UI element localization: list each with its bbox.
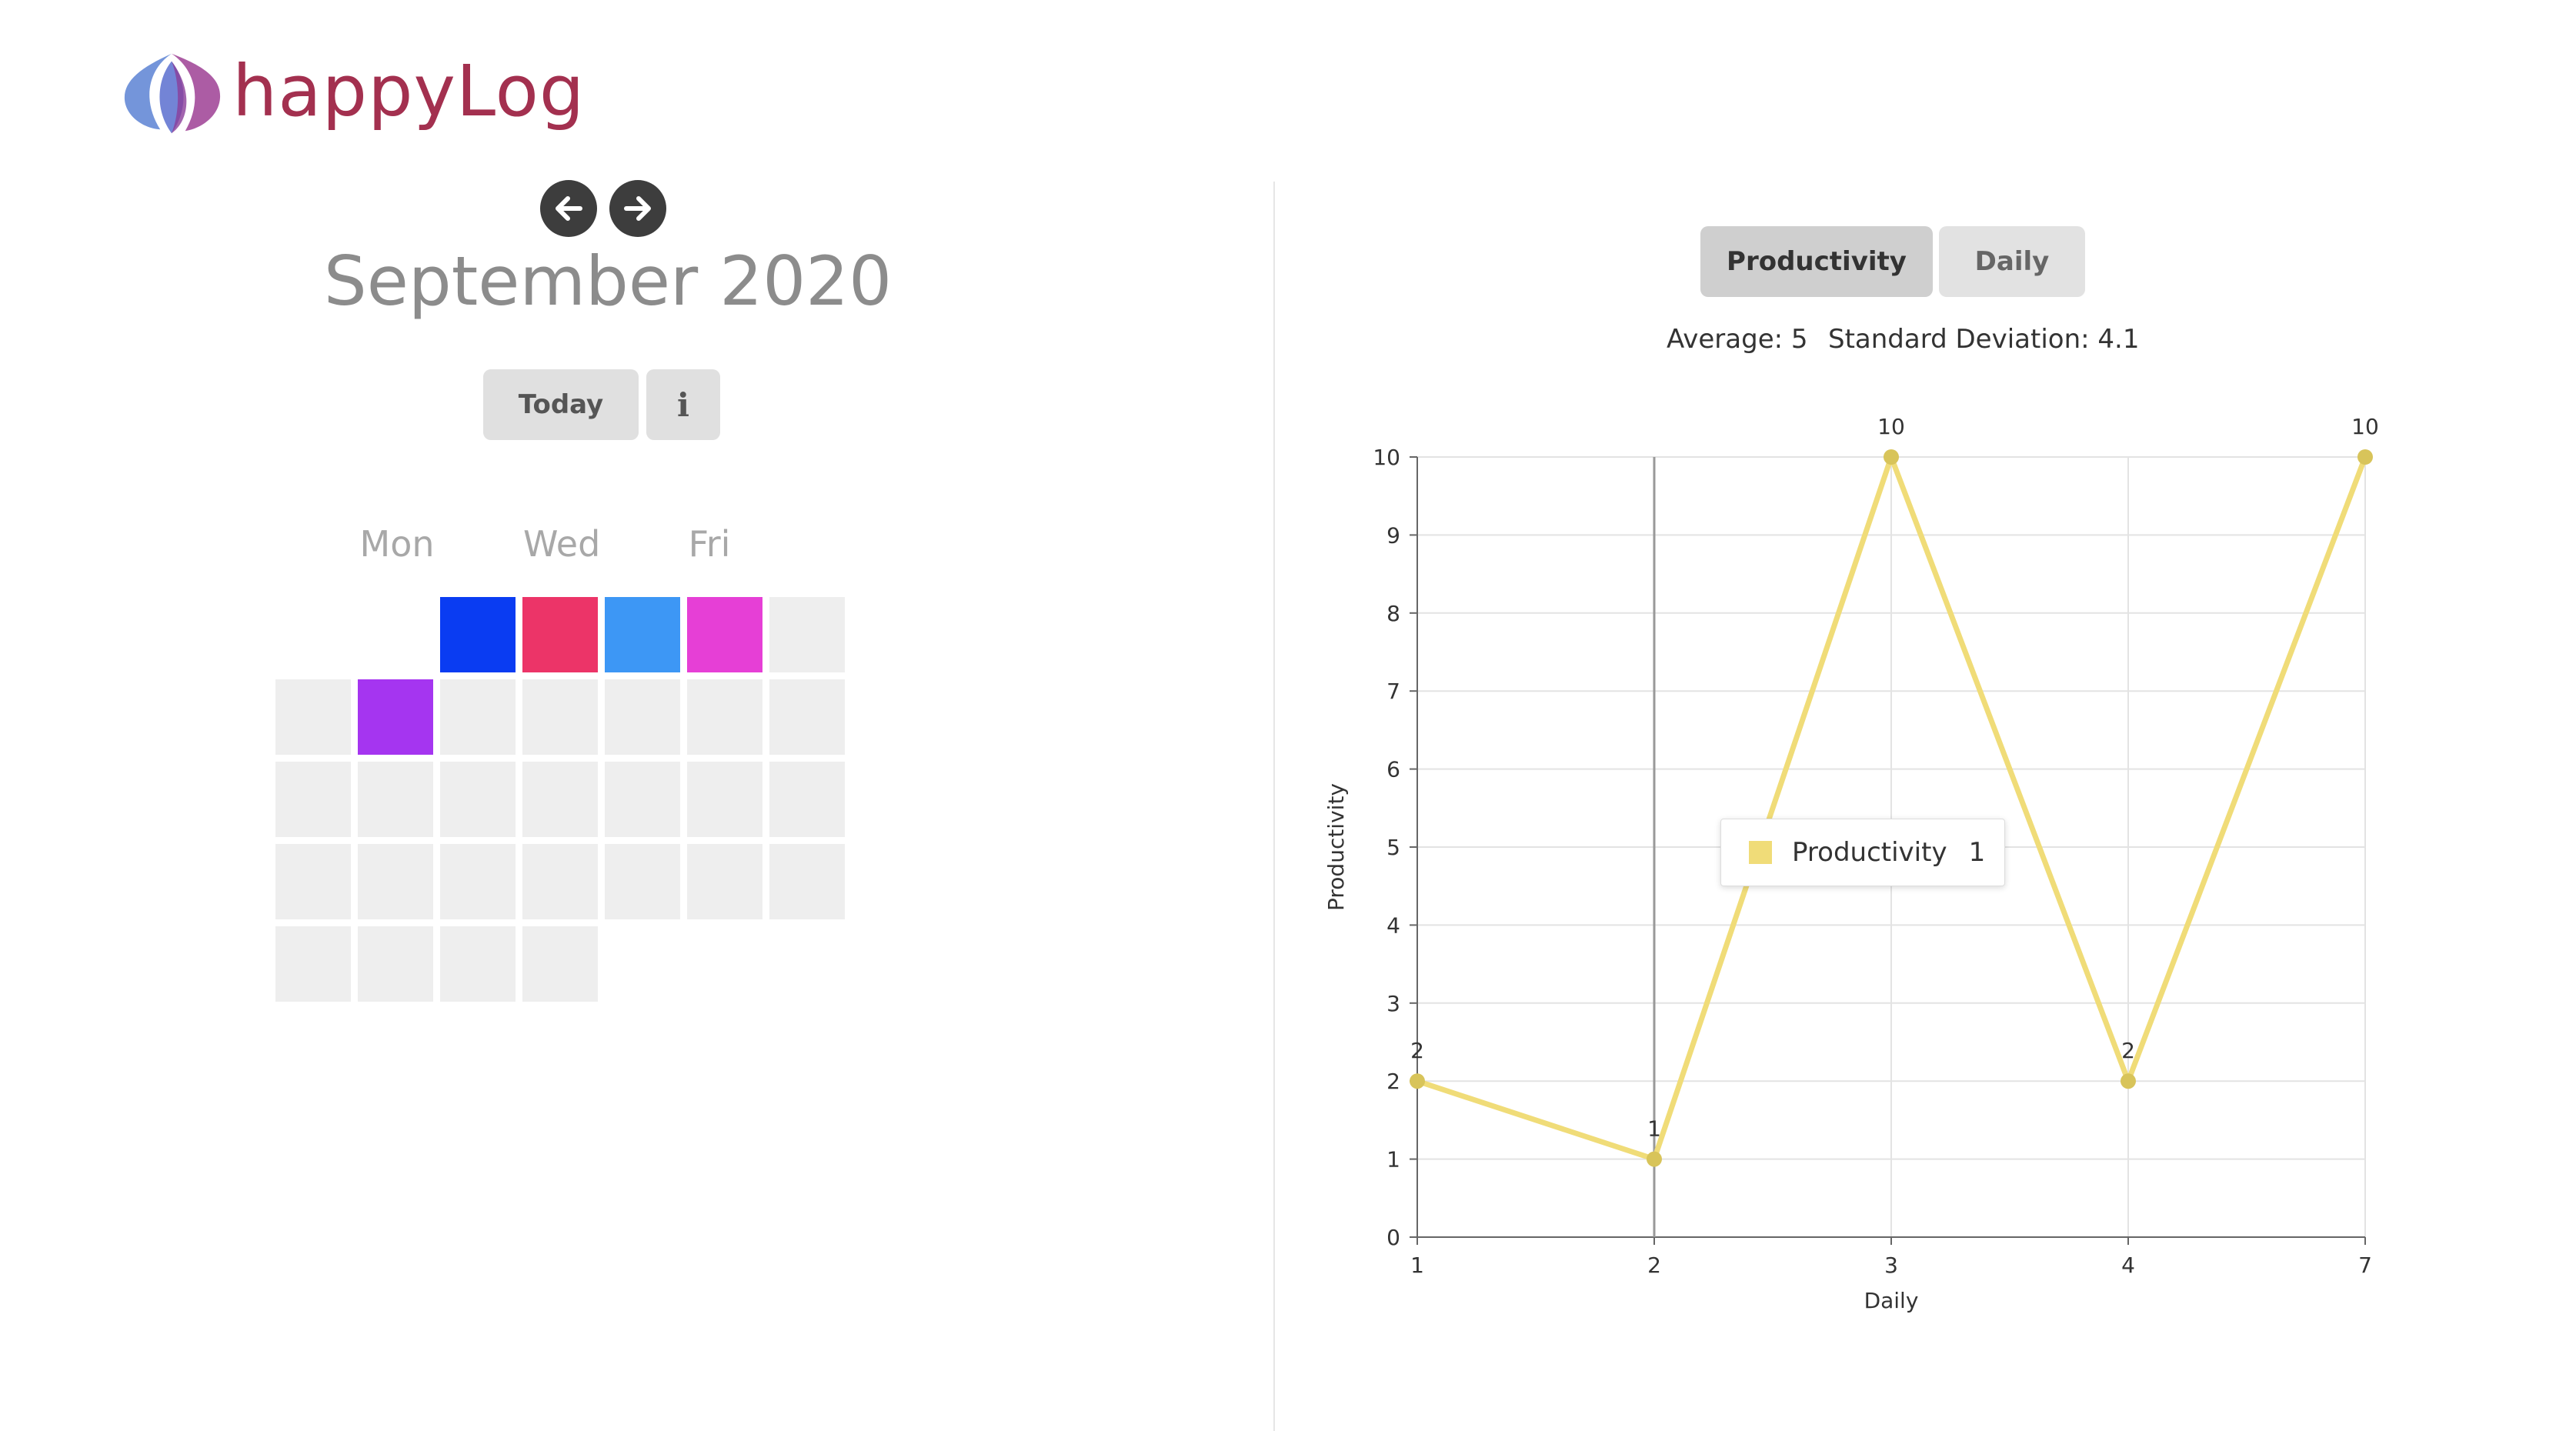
legend-swatch-icon bbox=[1749, 841, 1772, 864]
data-point bbox=[1884, 449, 1899, 465]
y-tick-label: 8 bbox=[1386, 601, 1400, 626]
tooltip-series: Productivity bbox=[1792, 837, 1947, 868]
data-label: 2 bbox=[2121, 1038, 2135, 1063]
x-tick-label: 4 bbox=[2121, 1253, 2135, 1278]
tooltip-value: 1 bbox=[1968, 837, 1986, 868]
y-tick-label: 1 bbox=[1386, 1147, 1400, 1172]
x-tick-label: 3 bbox=[1884, 1253, 1898, 1278]
y-tick-label: 5 bbox=[1386, 835, 1400, 860]
data-point bbox=[2121, 1073, 2136, 1089]
y-tick-label: 4 bbox=[1386, 912, 1400, 938]
x-tick-label: 7 bbox=[2358, 1253, 2372, 1278]
data-point bbox=[1410, 1073, 1425, 1089]
y-tick-label: 0 bbox=[1386, 1225, 1400, 1250]
x-axis-label: Daily bbox=[1864, 1288, 1919, 1313]
y-tick-label: 3 bbox=[1386, 991, 1400, 1016]
y-tick-label: 7 bbox=[1386, 679, 1400, 704]
y-tick-label: 2 bbox=[1386, 1069, 1400, 1094]
data-point bbox=[2357, 449, 2373, 465]
y-tick-label: 10 bbox=[1373, 445, 1400, 470]
data-label: 10 bbox=[2351, 414, 2379, 439]
data-label: 2 bbox=[1410, 1038, 1424, 1063]
y-tick-label: 6 bbox=[1386, 757, 1400, 782]
productivity-chart: 0123456789101 2 3 4 72110210DailyProductivit… bbox=[1323, 414, 2379, 1313]
y-tick-label: 9 bbox=[1386, 522, 1400, 548]
chart-tooltip: Productivity 1 bbox=[1720, 819, 2005, 886]
x-tick-label: 2 bbox=[1647, 1253, 1661, 1278]
x-tick-label: 1 bbox=[1410, 1253, 1424, 1278]
data-label: 10 bbox=[1877, 414, 1905, 439]
data-point bbox=[1647, 1151, 1662, 1167]
data-label: 1 bbox=[1647, 1116, 1661, 1142]
y-axis-label: Productivity bbox=[1323, 783, 1349, 911]
